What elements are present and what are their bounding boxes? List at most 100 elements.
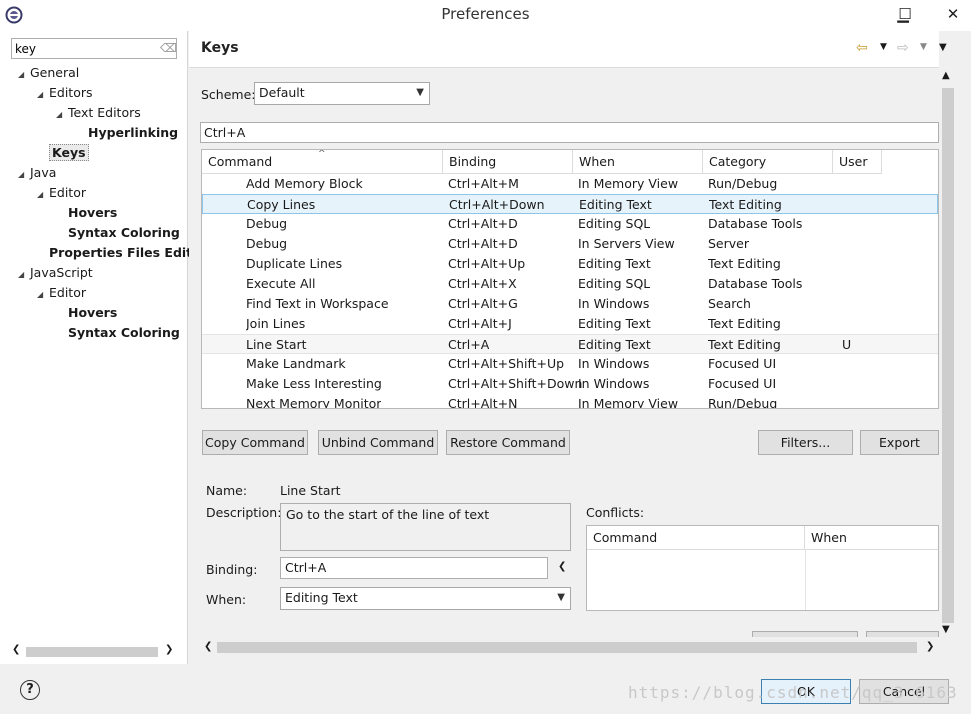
table-row[interactable]: Line Start Ctrl+A Editing Text Text Editing… bbox=[202, 334, 938, 354]
tree-item[interactable]: Syntax Coloring bbox=[56, 323, 180, 343]
cell-command: Join Lines bbox=[246, 316, 306, 331]
table-row[interactable]: Next Memory Monitor Ctrl+Alt+N In Memory V… bbox=[202, 394, 938, 408]
key-filter-value: Ctrl+A bbox=[204, 125, 246, 140]
column-header-when[interactable]: When bbox=[573, 150, 703, 174]
clear-filter-icon[interactable]: ⌫ bbox=[160, 41, 177, 55]
partial-button[interactable] bbox=[866, 631, 939, 637]
key-filter-input[interactable]: Ctrl+A bbox=[200, 122, 939, 143]
cell-binding: Ctrl+Alt+Down bbox=[449, 197, 545, 212]
copy-command-button[interactable]: Copy Command bbox=[202, 430, 308, 455]
column-header-category[interactable]: Category bbox=[703, 150, 833, 174]
column-header-binding[interactable]: Binding bbox=[443, 150, 573, 174]
table-row[interactable]: Copy Lines Ctrl+Alt+Down Editing Text Text … bbox=[202, 194, 938, 214]
column-divider bbox=[805, 550, 806, 610]
scroll-thumb[interactable] bbox=[942, 88, 954, 623]
scroll-thumb[interactable] bbox=[26, 647, 158, 657]
when-select[interactable]: Editing Text ▼ bbox=[280, 587, 571, 610]
tree-item[interactable]: Hovers bbox=[56, 303, 117, 323]
conflicts-table[interactable]: Command When bbox=[586, 525, 939, 611]
cell-command: Execute All bbox=[246, 276, 316, 291]
keys-table[interactable]: Command ^ Binding When Category User Add … bbox=[201, 149, 939, 409]
tree-item-label: Text Editors bbox=[68, 105, 141, 120]
tree-item[interactable]: Hyperlinking bbox=[76, 123, 178, 143]
when-label: When: bbox=[206, 592, 247, 607]
scroll-up-icon[interactable]: ▲ bbox=[942, 70, 950, 81]
column-header-user[interactable]: User bbox=[833, 150, 882, 174]
tree-item-label: Editor bbox=[49, 285, 86, 300]
table-row[interactable]: Find Text in Workspace Ctrl+Alt+G In Windo… bbox=[202, 294, 938, 314]
view-menu-icon[interactable]: ▼ bbox=[939, 42, 947, 53]
forward-menu-chevron-icon[interactable]: ▼ bbox=[920, 42, 927, 52]
page-horizontal-scrollbar[interactable]: ❮ ❯ bbox=[201, 640, 939, 656]
scheme-select[interactable]: Default ▼ bbox=[254, 82, 430, 105]
tree-horizontal-scrollbar[interactable]: ❮ ❯ bbox=[10, 644, 180, 660]
cell-binding: Ctrl+Alt+Up bbox=[448, 256, 526, 271]
conflicts-column-when[interactable]: When bbox=[805, 526, 938, 550]
tree-item[interactable]: ◢ General bbox=[18, 63, 79, 83]
expand-triangle-icon[interactable]: ◢ bbox=[18, 65, 30, 85]
filters-button[interactable]: Filters... bbox=[758, 430, 853, 455]
expand-triangle-icon[interactable]: ◢ bbox=[18, 265, 30, 285]
binding-input[interactable]: Ctrl+A bbox=[280, 557, 548, 579]
cell-binding: Ctrl+Alt+D bbox=[448, 216, 518, 231]
unbind-command-button[interactable]: Unbind Command bbox=[318, 430, 438, 455]
table-row[interactable]: Join Lines Ctrl+Alt+J Editing Text Text Edi… bbox=[202, 314, 938, 334]
table-row[interactable]: Debug Ctrl+Alt+D In Servers View Server bbox=[202, 234, 938, 254]
tree-item[interactable]: ◢ Editors bbox=[37, 83, 93, 103]
cell-binding: Ctrl+A bbox=[448, 337, 490, 352]
tree-item[interactable]: ◢ JavaScript bbox=[18, 263, 93, 283]
table-row[interactable]: Execute All Ctrl+Alt+X Editing SQL Database… bbox=[202, 274, 938, 294]
tree-item[interactable]: ◢ Editor bbox=[37, 183, 86, 203]
binding-menu-icon[interactable]: ❮ bbox=[558, 561, 566, 572]
restore-command-button[interactable]: Restore Command bbox=[446, 430, 570, 455]
tree-item[interactable]: Properties Files Edit bbox=[37, 243, 192, 263]
back-menu-chevron-icon[interactable]: ▼ bbox=[880, 42, 887, 52]
scroll-thumb[interactable] bbox=[217, 642, 917, 653]
cell-category: Run/Debug bbox=[708, 176, 778, 191]
tree-item[interactable]: Keys bbox=[37, 143, 89, 163]
cell-category: Text Editing bbox=[708, 316, 781, 331]
export-csv-button[interactable]: Export CSV... bbox=[860, 430, 939, 455]
filter-input[interactable] bbox=[11, 38, 177, 59]
tree-item[interactable]: ◢ Java bbox=[18, 163, 56, 183]
column-header-label: User bbox=[839, 154, 868, 169]
table-row[interactable]: Make Landmark Ctrl+Alt+Shift+Up In Windows… bbox=[202, 354, 938, 374]
tree-item[interactable]: Syntax Coloring bbox=[56, 223, 180, 243]
cell-binding: Ctrl+Alt+J bbox=[448, 316, 512, 331]
cell-when: Editing Text bbox=[578, 256, 651, 271]
back-arrow-icon[interactable]: ⇦ bbox=[856, 40, 868, 56]
scroll-right-icon[interactable]: ❯ bbox=[165, 644, 173, 655]
column-header-label: Category bbox=[709, 154, 767, 169]
maximize-button[interactable]: ☐ bbox=[888, 0, 922, 31]
expand-triangle-icon[interactable]: ◢ bbox=[56, 105, 68, 125]
partial-button[interactable] bbox=[752, 631, 858, 637]
cell-binding: Ctrl+Alt+D bbox=[448, 236, 518, 251]
table-row[interactable]: Add Memory Block Ctrl+Alt+M In Memory View… bbox=[202, 174, 938, 194]
expand-triangle-icon[interactable]: ◢ bbox=[18, 165, 30, 185]
tree-item-label: Editors bbox=[49, 85, 93, 100]
column-header-label: When bbox=[579, 154, 615, 169]
scroll-left-icon[interactable]: ❮ bbox=[204, 641, 212, 652]
tree-item[interactable]: ◢ Editor bbox=[37, 283, 86, 303]
close-window-button[interactable]: ✕ bbox=[936, 0, 970, 31]
expand-triangle-icon[interactable]: ◢ bbox=[37, 85, 49, 105]
cell-user: U bbox=[842, 337, 852, 352]
tree-item[interactable]: Hovers bbox=[56, 203, 117, 223]
expand-triangle-icon[interactable]: ◢ bbox=[37, 285, 49, 305]
cell-category: Text Editing bbox=[709, 197, 782, 212]
scroll-right-icon[interactable]: ❯ bbox=[926, 641, 934, 652]
table-row[interactable]: Make Less Interesting Ctrl+Alt+Shift+Down… bbox=[202, 374, 938, 394]
column-header-command[interactable]: Command ^ bbox=[202, 150, 443, 174]
scroll-down-icon[interactable]: ▼ bbox=[942, 624, 950, 635]
page-vertical-scrollbar[interactable]: ▲ ▼ bbox=[939, 68, 956, 638]
table-row[interactable]: Duplicate Lines Ctrl+Alt+Up Editing Text Te… bbox=[202, 254, 938, 274]
conflicts-column-command[interactable]: Command bbox=[587, 526, 805, 550]
scroll-left-icon[interactable]: ❮ bbox=[12, 644, 20, 655]
forward-arrow-icon[interactable]: ⇨ bbox=[897, 40, 909, 56]
scheme-label: Scheme: bbox=[201, 87, 256, 102]
table-row[interactable]: Debug Ctrl+Alt+D Editing SQL Database Tools bbox=[202, 214, 938, 234]
help-icon[interactable]: ? bbox=[20, 680, 40, 700]
tree-item[interactable]: ◢ Text Editors bbox=[56, 103, 141, 123]
description-value: Go to the start of the line of text bbox=[280, 503, 571, 551]
expand-triangle-icon[interactable]: ◢ bbox=[37, 185, 49, 205]
